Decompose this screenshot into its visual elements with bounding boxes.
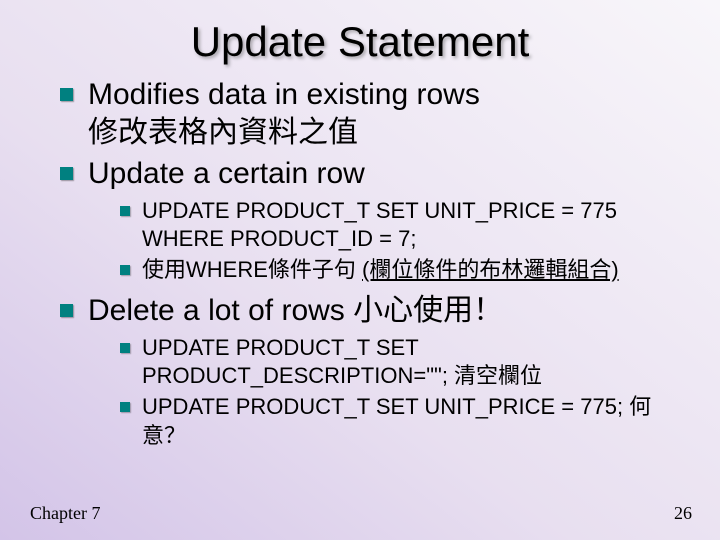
slide-title: Update Statement <box>0 0 720 66</box>
square-bullet-icon <box>120 402 130 412</box>
bullet-text: Delete a lot of rows 小心使用！ <box>88 292 680 330</box>
square-bullet-icon <box>120 206 130 216</box>
square-bullet-icon <box>120 343 130 353</box>
square-bullet-icon <box>60 167 73 180</box>
bullet-text: Update a certain row <box>88 155 680 193</box>
underlined-text: (欄位條件的布林邏輯組合) <box>362 257 619 282</box>
slide-content: Modifies data in existing rows 修改表格內資料之值… <box>0 66 720 456</box>
sub-bullet-item: 使用WHERE條件子句 (欄位條件的布林邏輯組合) <box>120 256 680 285</box>
footer-chapter: Chapter 7 <box>30 503 100 524</box>
bullet-subtext: 修改表格內資料之值 <box>88 114 680 154</box>
sub-bullet-text: UPDATE PRODUCT_T SET UNIT_PRICE = 775 WH… <box>142 197 680 254</box>
sub-bullet-item: UPDATE PRODUCT_T SET PRODUCT_DESCRIPTION… <box>120 334 680 391</box>
page-number: 26 <box>674 503 692 524</box>
square-bullet-icon <box>60 304 73 317</box>
bullet-text: Modifies data in existing rows <box>88 76 680 114</box>
sub-bullet-item: UPDATE PRODUCT_T SET UNIT_PRICE = 775 WH… <box>120 197 680 254</box>
sub-bullet-text: UPDATE PRODUCT_T SET PRODUCT_DESCRIPTION… <box>142 334 680 391</box>
bullet-item: Update a certain row UPDATE PRODUCT_T SE… <box>60 155 680 290</box>
bullet-item: Modifies data in existing rows 修改表格內資料之值 <box>60 76 680 153</box>
bullet-item: Delete a lot of rows 小心使用！ UPDATE PRODUC… <box>60 292 680 456</box>
sub-bullet-text: 使用WHERE條件子句 (欄位條件的布林邏輯組合) <box>142 256 680 285</box>
sub-bullet-item: UPDATE PRODUCT_T SET UNIT_PRICE = 775; 何… <box>120 393 680 450</box>
sub-bullet-text: UPDATE PRODUCT_T SET UNIT_PRICE = 775; 何… <box>142 393 680 450</box>
square-bullet-icon <box>120 265 130 275</box>
square-bullet-icon <box>60 88 73 101</box>
